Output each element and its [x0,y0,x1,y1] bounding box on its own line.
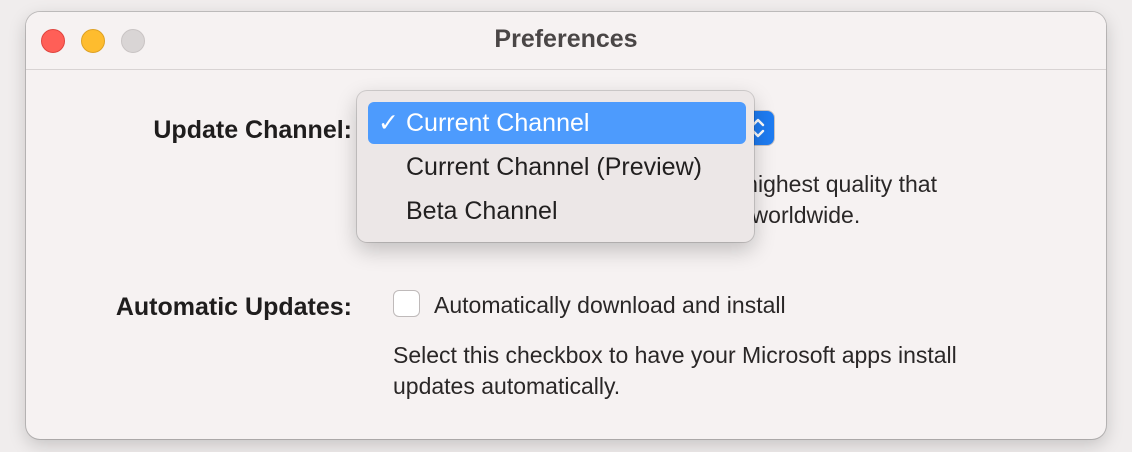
update-channel-description: n highest quality that rs worldwide. [726,169,1026,231]
checkmark-icon: ✓ [378,109,399,137]
menu-item-label: Current Channel [406,109,590,137]
menu-item-label: Beta Channel [406,197,558,225]
title-bar: Preferences [26,12,1106,70]
update-channel-label: Update Channel: [153,116,352,144]
update-channel-dropdown-menu: ✓ Current Channel Current Channel (Previ… [357,91,754,242]
menu-item-current-channel-preview[interactable]: Current Channel (Preview) [368,146,746,188]
auto-update-checkbox[interactable] [393,290,420,317]
automatic-updates-description: Select this checkbox to have your Micros… [393,342,957,399]
menu-item-current-channel[interactable]: ✓ Current Channel [368,102,746,144]
menu-item-beta-channel[interactable]: Beta Channel [368,190,746,232]
update-channel-description-line1: n highest quality that [726,171,937,197]
update-channel-description-line2: rs worldwide. [726,202,861,228]
auto-update-checkbox-label[interactable]: Automatically download and install [434,292,786,319]
menu-item-label: Current Channel (Preview) [406,153,702,181]
automatic-updates-label: Automatic Updates: [115,293,352,321]
preferences-window: Preferences Update Channel: n highest qu… [26,12,1106,439]
window-title: Preferences [494,25,638,53]
